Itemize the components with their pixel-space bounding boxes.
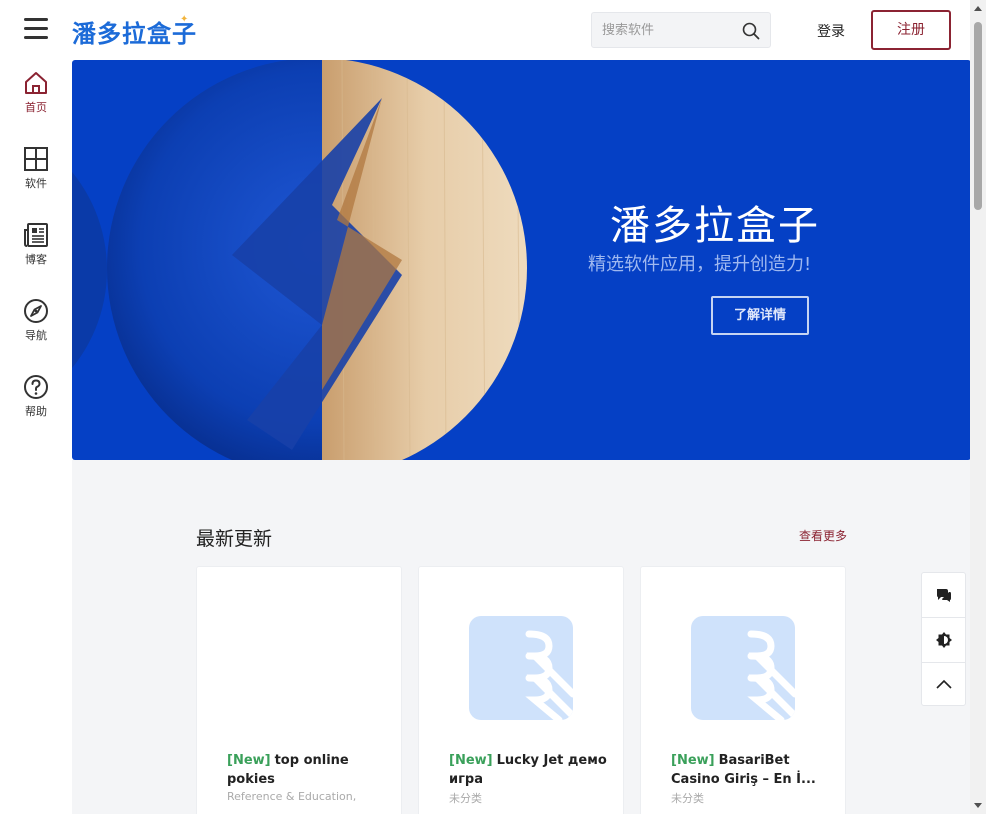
- new-badge: [New]: [227, 753, 271, 768]
- newspaper-icon: [24, 223, 48, 247]
- card-title[interactable]: [New] Lucky Jet демо игра: [449, 751, 609, 789]
- top-header: 潘多拉盒子 ✦ 登录 注册: [0, 0, 970, 60]
- page-scrollbar[interactable]: [970, 0, 986, 814]
- card-category[interactable]: 未分类: [449, 790, 482, 806]
- scroll-down-arrow-icon[interactable]: [974, 803, 982, 808]
- sidebar-item-label: 博客: [25, 253, 47, 266]
- sidebar-item-software[interactable]: 软件: [0, 146, 72, 191]
- banner-title: 潘多拉盒子: [610, 203, 820, 249]
- logo-text: 潘多拉盒子: [72, 19, 197, 48]
- sidebar-item-home[interactable]: 首页: [0, 70, 72, 115]
- sidebar-item-label: 软件: [25, 177, 47, 190]
- search-box: [591, 12, 771, 48]
- sidebar-item-label: 帮助: [25, 405, 47, 418]
- app-placeholder-icon: [691, 616, 795, 720]
- sidebar-item-label: 导航: [25, 329, 47, 342]
- sidebar-item-help[interactable]: 帮助: [0, 374, 72, 419]
- theme-toggle-icon: [936, 632, 952, 648]
- site-logo[interactable]: 潘多拉盒子: [72, 14, 197, 49]
- view-more-link[interactable]: 查看更多: [799, 527, 847, 544]
- chat-button[interactable]: [922, 573, 965, 617]
- hero-banner: 潘多拉盒子 精选软件应用，提升创造力! 了解详情: [72, 60, 971, 460]
- chevron-up-icon: [936, 679, 952, 689]
- menu-icon[interactable]: [24, 18, 48, 40]
- learn-more-button[interactable]: 了解详情: [711, 296, 809, 335]
- card-title[interactable]: [New] BasariBet Casino Giriş – En İ...: [671, 751, 831, 789]
- sidebar-item-blog[interactable]: 博客: [0, 222, 72, 267]
- sidebar-item-label: 首页: [25, 101, 47, 114]
- help-icon: [24, 375, 48, 399]
- banner-subtitle: 精选软件应用，提升创造力!: [588, 254, 812, 275]
- search-icon[interactable]: [742, 22, 760, 40]
- back-to-top-button[interactable]: [922, 662, 965, 706]
- floating-toolbar: [921, 572, 966, 706]
- home-icon: [25, 72, 47, 94]
- main-content: 最新更新 查看更多 [New] top online pokies Referen…: [72, 460, 971, 814]
- app-placeholder-icon: [469, 616, 573, 720]
- software-card[interactable]: [New] Lucky Jet демо игра 未分类: [418, 566, 624, 814]
- logo-sparkle-icon: ✦: [180, 14, 189, 25]
- search-input[interactable]: [602, 13, 742, 47]
- software-card[interactable]: [New] top online pokies Reference & Educa…: [196, 566, 402, 814]
- hero-illustration: [72, 60, 527, 460]
- sidebar-item-navigation[interactable]: 导航: [0, 298, 72, 343]
- card-category[interactable]: 未分类: [671, 790, 704, 806]
- scroll-thumb[interactable]: [974, 22, 982, 210]
- theme-toggle-button[interactable]: [922, 617, 965, 661]
- register-button[interactable]: 注册: [871, 10, 951, 50]
- new-badge: [New]: [449, 753, 493, 768]
- compass-icon: [24, 299, 48, 323]
- card-category[interactable]: Reference & Education,: [227, 790, 356, 803]
- new-badge: [New]: [671, 753, 715, 768]
- scroll-up-arrow-icon[interactable]: [974, 6, 982, 11]
- chat-icon: [937, 589, 951, 602]
- card-title[interactable]: [New] top online pokies: [227, 751, 387, 789]
- section-title: 最新更新: [196, 528, 273, 550]
- software-card[interactable]: [New] BasariBet Casino Giriş – En İ... 未分…: [640, 566, 846, 814]
- login-link[interactable]: 登录: [817, 21, 845, 41]
- grid-icon: [24, 147, 48, 171]
